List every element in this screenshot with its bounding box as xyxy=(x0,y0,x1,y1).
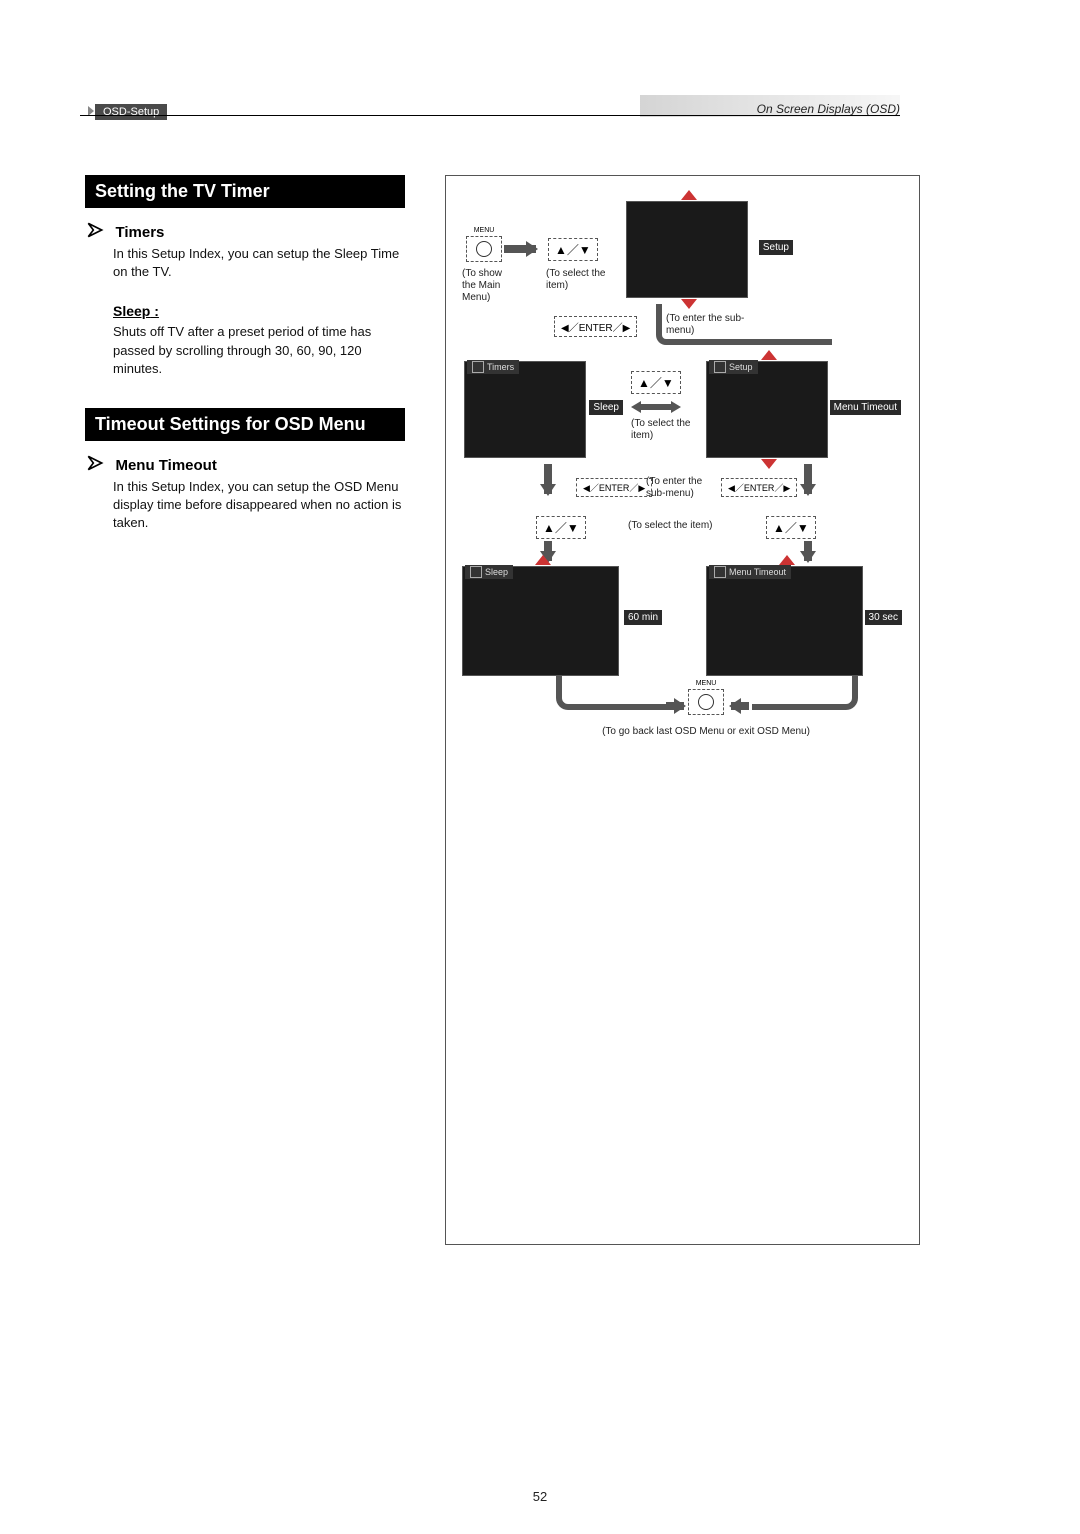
thumb-label: Menu Timeout xyxy=(830,400,901,415)
diagram: MENU (To show the Main Menu) ▲／▼ (To sel… xyxy=(456,196,909,1234)
thumb-tab: Menu Timeout xyxy=(709,565,791,579)
section-title-2: Timeout Settings for OSD Menu xyxy=(85,408,405,441)
sleep-label: Sleep : xyxy=(113,303,405,319)
sleep-body: Shuts off TV after a preset period of ti… xyxy=(113,323,405,378)
leftright-key-icon: ◀／ENTER／▶ xyxy=(576,478,652,497)
thumb-label: Sleep xyxy=(589,400,623,415)
thumb-value: 30 sec xyxy=(865,610,902,625)
sub-heading: Menu Timeout xyxy=(115,457,216,474)
updown-key-icon: ▲／▼ xyxy=(548,238,598,261)
arrow-icon xyxy=(804,541,812,561)
content: Setting the TV Timer Timers In this Setu… xyxy=(85,175,920,555)
caption-show-main: (To show the Main Menu) xyxy=(462,268,517,304)
sub-body: In this Setup Index, you can setup the O… xyxy=(113,478,405,533)
subsection-timers: Timers In this Setup Index, you can setu… xyxy=(85,220,405,378)
caption-select: (To select the item) xyxy=(628,520,738,532)
updown-key-icon: ▲／▼ xyxy=(631,371,681,394)
thumb-timers: Timers Sleep xyxy=(464,361,586,458)
thumb-tab: Timers xyxy=(467,360,519,374)
chevron-icon xyxy=(85,453,105,478)
updown-key-icon: ▲／▼ xyxy=(536,516,586,539)
page: OSD-Setup On Screen Displays (OSD) Setti… xyxy=(0,0,1080,1534)
thumb-value: 60 min xyxy=(624,610,662,625)
thumb-tab: Setup xyxy=(709,360,758,374)
arrow-icon xyxy=(731,702,749,710)
thumb-sleep-big: Sleep 60 min xyxy=(462,566,619,676)
arrow-bend-icon xyxy=(752,676,858,710)
leftright-key-icon: ◀／ENTER／▶ xyxy=(721,478,797,497)
arrow-icon xyxy=(666,702,684,710)
menu-label: MENU xyxy=(696,680,717,687)
diagram-panel: MENU (To show the Main Menu) ▲／▼ (To sel… xyxy=(445,175,920,1245)
chevron-icon xyxy=(85,220,105,245)
caption-go-back: (To go back last OSD Menu or exit OSD Me… xyxy=(566,726,846,738)
sub-body: In this Setup Index, you can setup the S… xyxy=(113,245,405,281)
arrow-icon xyxy=(504,245,536,253)
caption-select: (To select the item) xyxy=(631,418,691,442)
thumb-setup2: Setup Menu Timeout xyxy=(706,361,828,458)
thumb-menutimeout-big: Menu Timeout 30 sec xyxy=(706,566,863,676)
header-right: On Screen Displays (OSD) xyxy=(757,102,900,116)
thumb-label: Setup xyxy=(759,240,793,255)
menu-button-icon: MENU xyxy=(688,689,724,715)
menu-button-icon: MENU xyxy=(466,236,502,262)
section-badge: OSD-Setup xyxy=(95,104,167,120)
arrow-bend-icon xyxy=(656,304,832,345)
header-rule xyxy=(80,115,900,116)
arrow-bend-icon xyxy=(556,676,682,710)
page-number: 52 xyxy=(0,1489,1080,1504)
arrow-icon xyxy=(544,464,552,494)
caption-enter-sub: (To enter the sub-menu) xyxy=(646,476,716,500)
arrow-icon xyxy=(804,464,812,494)
updown-key-icon: ▲／▼ xyxy=(766,516,816,539)
thumb-setup: Setup xyxy=(626,201,748,298)
section-title-1: Setting the TV Timer xyxy=(85,175,405,208)
leftright-key-icon: ◀／ENTER／▶ xyxy=(554,316,637,337)
sub-heading: Timers xyxy=(115,224,164,241)
subsection-menu-timeout: Menu Timeout In this Setup Index, you ca… xyxy=(85,453,405,533)
left-column: Setting the TV Timer Timers In this Setu… xyxy=(85,175,405,555)
two-arrow-icon xyxy=(631,401,681,411)
thumb-tab: Sleep xyxy=(465,565,513,579)
menu-label: MENU xyxy=(474,227,495,234)
caption-select: (To select the item) xyxy=(546,268,606,292)
